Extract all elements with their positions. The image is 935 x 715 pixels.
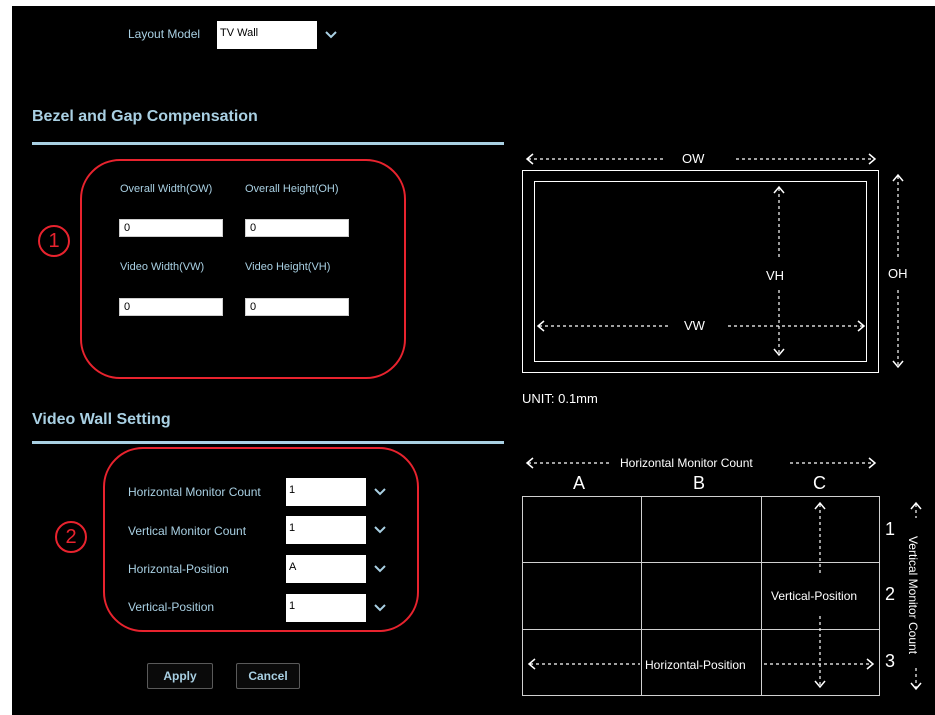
vertical-monitor-count-caption: Vertical Monitor Count	[906, 535, 920, 655]
row-label-1: 1	[885, 519, 896, 539]
column-label-c: C	[813, 473, 826, 493]
horizontal-monitor-count-caption: Horizontal Monitor Count	[620, 456, 753, 470]
row-label-3: 3	[885, 651, 896, 671]
vertical-position-caption: Vertical-Position	[771, 589, 858, 603]
page: Layout Model TV Wall Bezel and Gap Compe…	[0, 0, 935, 715]
column-label-a: A	[573, 473, 586, 493]
video-wall-diagram	[525, 457, 922, 691]
column-label-b: B	[693, 473, 706, 493]
horizontal-position-caption: Horizontal-Position	[645, 658, 746, 672]
row-label-2: 2	[885, 584, 896, 604]
